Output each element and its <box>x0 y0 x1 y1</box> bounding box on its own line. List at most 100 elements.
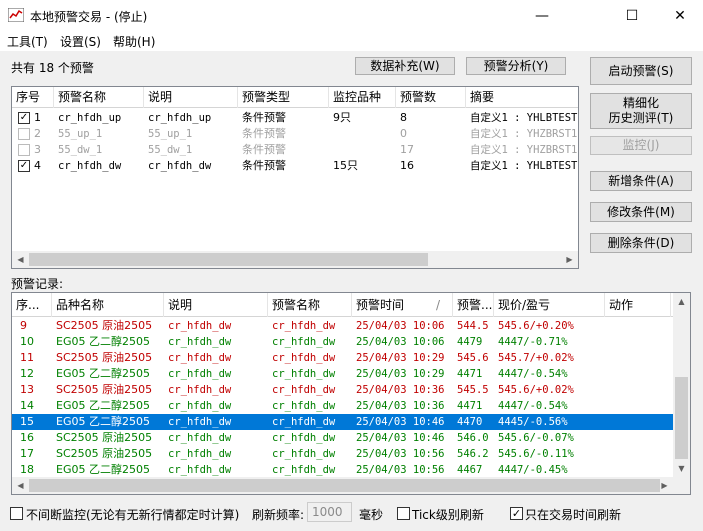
data-fill-button[interactable]: 数据补充(W) <box>355 57 455 75</box>
alert-enable-checkbox[interactable] <box>18 128 30 140</box>
record-cell-symbol: SC2505 原油2505 <box>56 431 153 444</box>
col-header-summary[interactable]: 摘要 <box>466 87 578 108</box>
record-cell-desc: cr_hfdh_dw <box>168 368 232 380</box>
alert-cell-desc: cr_hfdh_dw <box>148 160 212 172</box>
alert-cell-name: cr_hfdh_dw <box>58 160 122 172</box>
col-header-no[interactable]: 序号 <box>12 87 54 108</box>
trade-time-refresh-checkbox[interactable]: ✓ <box>510 507 523 520</box>
menu-bar: 工具(T) 设置(S) 帮助(H) <box>0 31 703 51</box>
menu-help[interactable]: 帮助(H) <box>113 33 155 50</box>
add-condition-button[interactable]: 新增条件(A) <box>590 171 692 191</box>
scroll-corner <box>673 477 690 494</box>
col-header-record-desc[interactable]: 说明 <box>164 293 268 317</box>
scroll-left-arrow-icon[interactable]: ◀ <box>12 477 29 494</box>
record-cell-symbol: EG05 乙二醇2505 <box>56 335 150 348</box>
record-row[interactable]: 17 SC2505 原油2505 cr_hfdh_dw cr_hfdh_dw 25/04… <box>12 446 673 462</box>
record-cell-pnl: 4447/-0.54% <box>498 368 568 380</box>
scroll-right-arrow-icon[interactable]: ▶ <box>561 251 578 268</box>
continuous-monitor-label: 不间断监控(无论有无新行情都定时计算) <box>26 508 240 522</box>
scroll-right-arrow-icon[interactable]: ▶ <box>656 477 673 494</box>
modify-condition-button[interactable]: 修改条件(M) <box>590 202 692 222</box>
record-cell-price: 544.5 <box>457 320 489 332</box>
sort-indicator-icon: / <box>436 298 441 312</box>
record-cell-no: 17 <box>20 447 34 460</box>
col-header-count[interactable]: 预警数 <box>396 87 466 108</box>
record-row[interactable]: 16 SC2505 原油2505 cr_hfdh_dw cr_hfdh_dw 25/04… <box>12 430 673 446</box>
record-row[interactable]: 15 EG05 乙二醇2505 cr_hfdh_dw cr_hfdh_dw 25/04/… <box>12 414 673 430</box>
scroll-left-arrow-icon[interactable]: ◀ <box>12 251 29 268</box>
backtest-button[interactable]: 精细化 历史测评(T) <box>590 93 692 129</box>
alert-enable-checkbox[interactable] <box>18 144 30 156</box>
start-alert-button[interactable]: 启动预警(S) <box>590 57 692 85</box>
monitor-button[interactable]: 监控(J) <box>590 136 692 155</box>
record-cell-symbol: EG05 乙二醇2505 <box>56 399 150 412</box>
refresh-rate-label: 刷新频率: <box>252 508 305 522</box>
record-cell-time: 25/04/03 10:46 <box>356 416 445 428</box>
col-header-symbols[interactable]: 监控品种 <box>329 87 396 108</box>
record-cell-pnl: 545.6/+0.20% <box>498 320 574 332</box>
col-header-time[interactable]: 预警时间 / <box>352 293 453 317</box>
record-row[interactable]: 10 EG05 乙二醇2505 cr_hfdh_dw cr_hfdh_dw 25/04/… <box>12 334 673 350</box>
alerts-hscroll-thumb[interactable] <box>29 253 428 266</box>
record-cell-name: cr_hfdh_dw <box>272 464 336 476</box>
record-cell-time: 25/04/03 10:56 <box>356 448 445 460</box>
col-header-desc[interactable]: 说明 <box>144 87 238 108</box>
record-cell-name: cr_hfdh_dw <box>272 416 336 428</box>
record-cell-desc: cr_hfdh_dw <box>168 464 232 476</box>
alert-row[interactable]: 3 55_dw_1 55_dw_1 条件预警 17 自定义1 : YHZBRST1 <box>12 142 578 158</box>
records-vscroll[interactable]: ▲ ▼ <box>673 293 690 477</box>
col-header-action[interactable]: 动作 <box>605 293 671 317</box>
delete-condition-button[interactable]: 删除条件(D) <box>590 233 692 253</box>
col-header-symbol[interactable]: 品种名称 <box>52 293 164 317</box>
menu-settings[interactable]: 设置(S) <box>60 33 101 50</box>
alert-enable-checkbox[interactable]: ✓ <box>18 112 30 124</box>
record-row[interactable]: 18 EG05 乙二醇2505 cr_hfdh_dw cr_hfdh_dw 25/04/… <box>12 462 673 478</box>
record-cell-time: 25/04/03 10:36 <box>356 400 445 412</box>
minimize-button[interactable]: — <box>519 0 565 31</box>
col-header-name[interactable]: 预警名称 <box>54 87 144 108</box>
scroll-down-arrow-icon[interactable]: ▼ <box>673 460 690 477</box>
close-button[interactable]: ✕ <box>657 0 703 31</box>
record-cell-pnl: 4447/-0.71% <box>498 336 568 348</box>
col-header-alert-name[interactable]: 预警名称 <box>268 293 352 317</box>
record-row[interactable]: 12 EG05 乙二醇2505 cr_hfdh_dw cr_hfdh_dw 25/04/… <box>12 366 673 382</box>
records-hscroll-thumb[interactable] <box>29 479 660 492</box>
col-header-type[interactable]: 预警类型 <box>238 87 329 108</box>
alert-enable-checkbox[interactable]: ✓ <box>18 160 30 172</box>
record-row[interactable]: 13 SC2505 原油2505 cr_hfdh_dw cr_hfdh_dw 25/04… <box>12 382 673 398</box>
record-cell-name: cr_hfdh_dw <box>272 368 336 380</box>
col-header-seq[interactable]: 序... <box>12 293 52 317</box>
continuous-monitor-checkbox[interactable] <box>10 507 23 520</box>
col-header-pnl[interactable]: 现价/盈亏 <box>494 293 605 317</box>
scroll-up-arrow-icon[interactable]: ▲ <box>673 293 690 310</box>
alert-analysis-button[interactable]: 预警分析(Y) <box>466 57 566 75</box>
record-cell-symbol: SC2505 原油2505 <box>56 319 153 332</box>
record-row[interactable]: 14 EG05 乙二醇2505 cr_hfdh_dw cr_hfdh_dw 25/04/… <box>12 398 673 414</box>
tick-refresh-checkbox[interactable] <box>397 507 410 520</box>
title-bar: 本地预警交易 - (停止) — ☐ ✕ <box>0 0 703 31</box>
alert-row[interactable]: ✓ 1 cr_hfdh_up cr_hfdh_up 条件预警 9只 8 自定义1 : YHLB… <box>12 110 578 126</box>
record-cell-time: 25/04/03 10:46 <box>356 432 445 444</box>
record-cell-time: 25/04/03 10:29 <box>356 352 445 364</box>
record-cell-desc: cr_hfdh_dw <box>168 400 232 412</box>
alerts-hscroll[interactable]: ◀ ▶ <box>12 251 578 268</box>
record-cell-desc: cr_hfdh_dw <box>168 336 232 348</box>
record-cell-no: 15 <box>20 415 34 428</box>
records-vscroll-thumb[interactable] <box>675 377 688 459</box>
record-cell-price: 4471 <box>457 400 483 412</box>
record-cell-time: 25/04/03 10:36 <box>356 384 445 396</box>
record-cell-time: 25/04/03 10:06 <box>356 320 445 332</box>
record-row[interactable]: 11 SC2505 原油2505 cr_hfdh_dw cr_hfdh_dw 25/04… <box>12 350 673 366</box>
maximize-button[interactable]: ☐ <box>609 0 655 31</box>
record-row[interactable]: 9 SC2505 原油2505 cr_hfdh_dw cr_hfdh_dw 25/04/… <box>12 318 673 334</box>
record-cell-pnl: 4447/-0.45% <box>498 464 568 476</box>
col-header-alert-price[interactable]: 预警... <box>453 293 494 317</box>
alert-row[interactable]: ✓ 4 cr_hfdh_dw cr_hfdh_dw 条件预警 15只 16 自定义1 : YH… <box>12 158 578 174</box>
refresh-rate-input[interactable]: 1000 <box>307 502 352 522</box>
records-table: 序... 品种名称 说明 预警名称 预警时间 / 预警... 现价/盈亏 动作 … <box>11 292 691 495</box>
records-hscroll[interactable]: ◀ ▶ <box>12 477 673 494</box>
menu-tools[interactable]: 工具(T) <box>7 33 48 50</box>
record-cell-price: 4470 <box>457 416 483 428</box>
record-cell-desc: cr_hfdh_dw <box>168 432 232 444</box>
alert-row[interactable]: 2 55_up_1 55_up_1 条件预警 0 自定义1 : YHZBRST1 <box>12 126 578 142</box>
